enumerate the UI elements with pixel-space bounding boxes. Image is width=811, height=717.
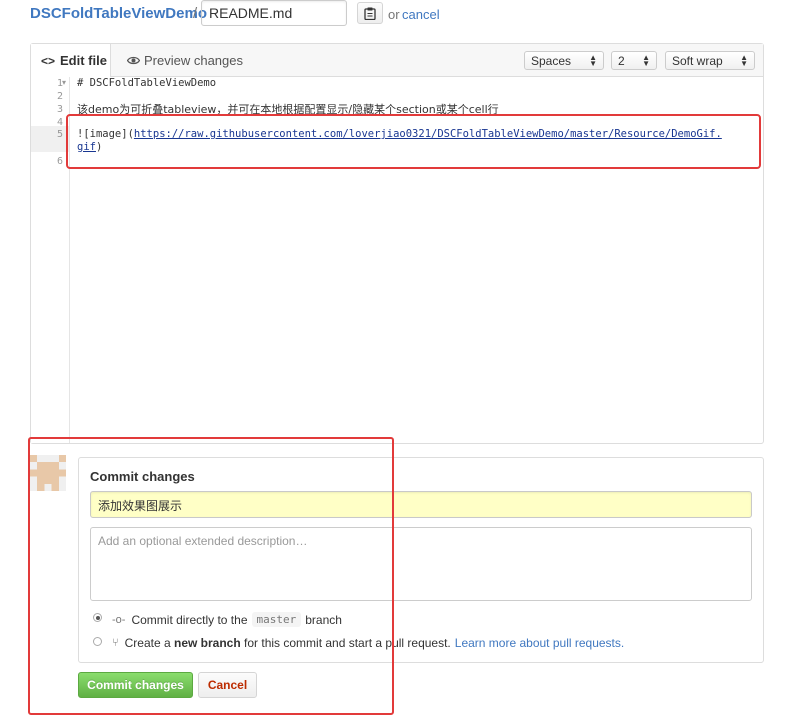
learn-more-link[interactable]: Learn more about pull requests. bbox=[455, 636, 624, 650]
clipboard-button[interactable] bbox=[357, 2, 383, 24]
wrap-mode-select[interactable]: Soft wrap ▲ ▼ bbox=[665, 51, 755, 70]
clipboard-icon bbox=[364, 7, 376, 20]
select-arrows-icon: ▲ ▼ bbox=[740, 52, 748, 68]
line-number: 5 bbox=[56, 129, 63, 140]
line-number: 4 bbox=[56, 117, 63, 128]
line-number: 2 bbox=[56, 91, 63, 102]
or-text: or bbox=[388, 7, 400, 22]
code-line-1[interactable]: # DSCFoldTableViewDemo bbox=[77, 77, 216, 89]
filename-input[interactable]: README.md bbox=[201, 0, 347, 26]
select-arrows-icon: ▲ ▼ bbox=[642, 52, 650, 68]
active-line-gutter bbox=[31, 126, 69, 152]
fold-arrow-icon[interactable]: ▾ bbox=[62, 78, 66, 87]
tab-preview-changes[interactable]: Preview changes bbox=[127, 44, 243, 76]
indent-mode-value: Spaces bbox=[531, 53, 572, 68]
tab-edit-file[interactable]: <> Edit file bbox=[31, 44, 111, 77]
line-number: 6 bbox=[56, 156, 63, 167]
code-icon: <> bbox=[41, 53, 56, 68]
repo-name-link[interactable]: DSCFoldTableViewDemo bbox=[30, 5, 207, 22]
tab-preview-label: Preview changes bbox=[144, 52, 243, 68]
editor-toolbar: <> Edit file Preview changes Spaces ▲ ▼ 2… bbox=[31, 44, 763, 77]
eye-icon bbox=[127, 56, 140, 64]
indent-size-value: 2 bbox=[618, 53, 625, 68]
breadcrumb-separator: / bbox=[193, 5, 198, 22]
file-editor: <> Edit file Preview changes Spaces ▲ ▼ 2… bbox=[30, 43, 764, 444]
highlight-box-code bbox=[66, 114, 761, 169]
highlight-box-commit bbox=[28, 437, 394, 715]
wrap-mode-value: Soft wrap bbox=[672, 53, 723, 68]
select-arrows-icon: ▲ ▼ bbox=[589, 52, 597, 68]
line-number: 3 bbox=[56, 104, 63, 115]
indent-mode-select[interactable]: Spaces ▲ ▼ bbox=[524, 51, 604, 70]
tab-edit-label: Edit file bbox=[60, 53, 107, 68]
cancel-link[interactable]: cancel bbox=[402, 7, 440, 22]
indent-size-select[interactable]: 2 ▲ ▼ bbox=[611, 51, 657, 70]
line-number-gutter: 1 ▾ 2 3 4 5 6 bbox=[31, 77, 70, 443]
